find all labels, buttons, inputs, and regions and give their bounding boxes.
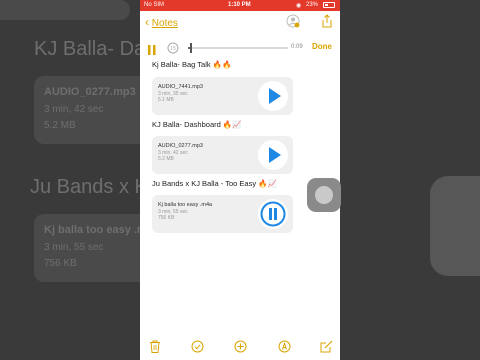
compose-icon xyxy=(320,340,333,353)
trash-icon xyxy=(150,340,160,353)
pause-button[interactable] xyxy=(148,42,156,55)
play-button[interactable] xyxy=(258,140,288,170)
attachment-size: 756 KB xyxy=(158,215,175,221)
status-time: 1:10 PM xyxy=(228,2,251,8)
attachment-filename: AUDIO_0277.mp3 xyxy=(158,143,203,149)
attachment-size: 5.2 MB xyxy=(158,156,174,162)
back-button[interactable]: ‹ Notes xyxy=(145,15,178,29)
markup-button[interactable] xyxy=(278,340,291,356)
rewind-15-icon: 15 xyxy=(167,42,179,54)
alarm-icon: ◉ xyxy=(296,3,302,9)
share-collaborator-button[interactable] xyxy=(286,14,300,28)
assistive-touch-dot xyxy=(315,186,333,204)
audio-attachment-3[interactable]: Kj balla too easy .m4a 3 min, 55 sec 756… xyxy=(152,195,293,233)
svg-text:15: 15 xyxy=(170,46,176,52)
navigation-bar: ‹ Notes xyxy=(140,11,340,33)
note-title-too-easy: Ju Bands x KJ Balla - Too Easy 🔥📈 xyxy=(152,179,277,188)
skip-back-button[interactable]: 15 xyxy=(167,41,179,54)
pause-circle-icon xyxy=(260,201,286,227)
backdrop-card-top xyxy=(0,0,130,20)
play-icon xyxy=(269,88,281,104)
chevron-left-icon: ‹ xyxy=(145,15,149,29)
delete-button[interactable] xyxy=(149,340,161,356)
pause-button[interactable] xyxy=(258,199,288,229)
backdrop-att1-size: 5.2 MB xyxy=(44,120,76,131)
done-button[interactable]: Done xyxy=(312,42,332,51)
assistive-touch-button[interactable] xyxy=(307,178,341,212)
back-label: Notes xyxy=(151,18,178,29)
audio-attachment-2[interactable]: AUDIO_0277.mp3 3 min, 42 sec 5.2 MB xyxy=(152,136,293,174)
add-attachment-button[interactable] xyxy=(234,340,247,356)
play-icon xyxy=(269,147,281,163)
plus-circle-icon xyxy=(234,340,247,353)
elapsed-time: 0:09 xyxy=(291,44,303,50)
battery-icon xyxy=(323,2,335,8)
backdrop-assistive-touch xyxy=(430,176,480,276)
carrier-label: No SIM xyxy=(144,2,165,8)
pause-icon xyxy=(148,45,156,55)
backdrop-att1-duration: 3 min, 42 sec xyxy=(44,104,104,115)
status-bar: No SIM 1:10 PM ◉ 23% xyxy=(140,0,340,11)
backdrop-att1-name: AUDIO_0277.mp3 xyxy=(44,86,136,98)
attachment-filename: AUDIO_7441.mp3 xyxy=(158,84,203,90)
backdrop-att2-size: 756 KB xyxy=(44,258,77,269)
add-person-icon xyxy=(286,14,300,28)
share-button[interactable] xyxy=(321,14,333,28)
scrubber-handle[interactable] xyxy=(190,43,192,53)
battery-percent: 23% xyxy=(306,2,319,8)
checklist-button[interactable] xyxy=(191,340,204,356)
note-title-bag-talk: Kj Balla- Bag Talk 🔥🔥 xyxy=(152,60,232,69)
playback-scrubber[interactable] xyxy=(188,43,288,53)
pen-tip-circle-icon xyxy=(278,340,291,353)
attachment-size: 5.1 MB xyxy=(158,97,174,103)
share-icon xyxy=(322,14,332,28)
audio-player-bar: 15 0:09 Done xyxy=(140,38,340,58)
compose-button[interactable] xyxy=(320,340,333,356)
attachment-filename: Kj balla too easy .m4a xyxy=(158,202,213,208)
backdrop-att2-duration: 3 min, 55 sec xyxy=(44,242,104,253)
play-button[interactable] xyxy=(258,81,288,111)
note-title-dashboard: KJ Balla- Dashboard 🔥📈 xyxy=(152,120,242,129)
checkmark-circle-icon xyxy=(191,340,204,353)
audio-attachment-1[interactable]: AUDIO_7441.mp3 3 min, 35 sec 5.1 MB xyxy=(152,77,293,115)
